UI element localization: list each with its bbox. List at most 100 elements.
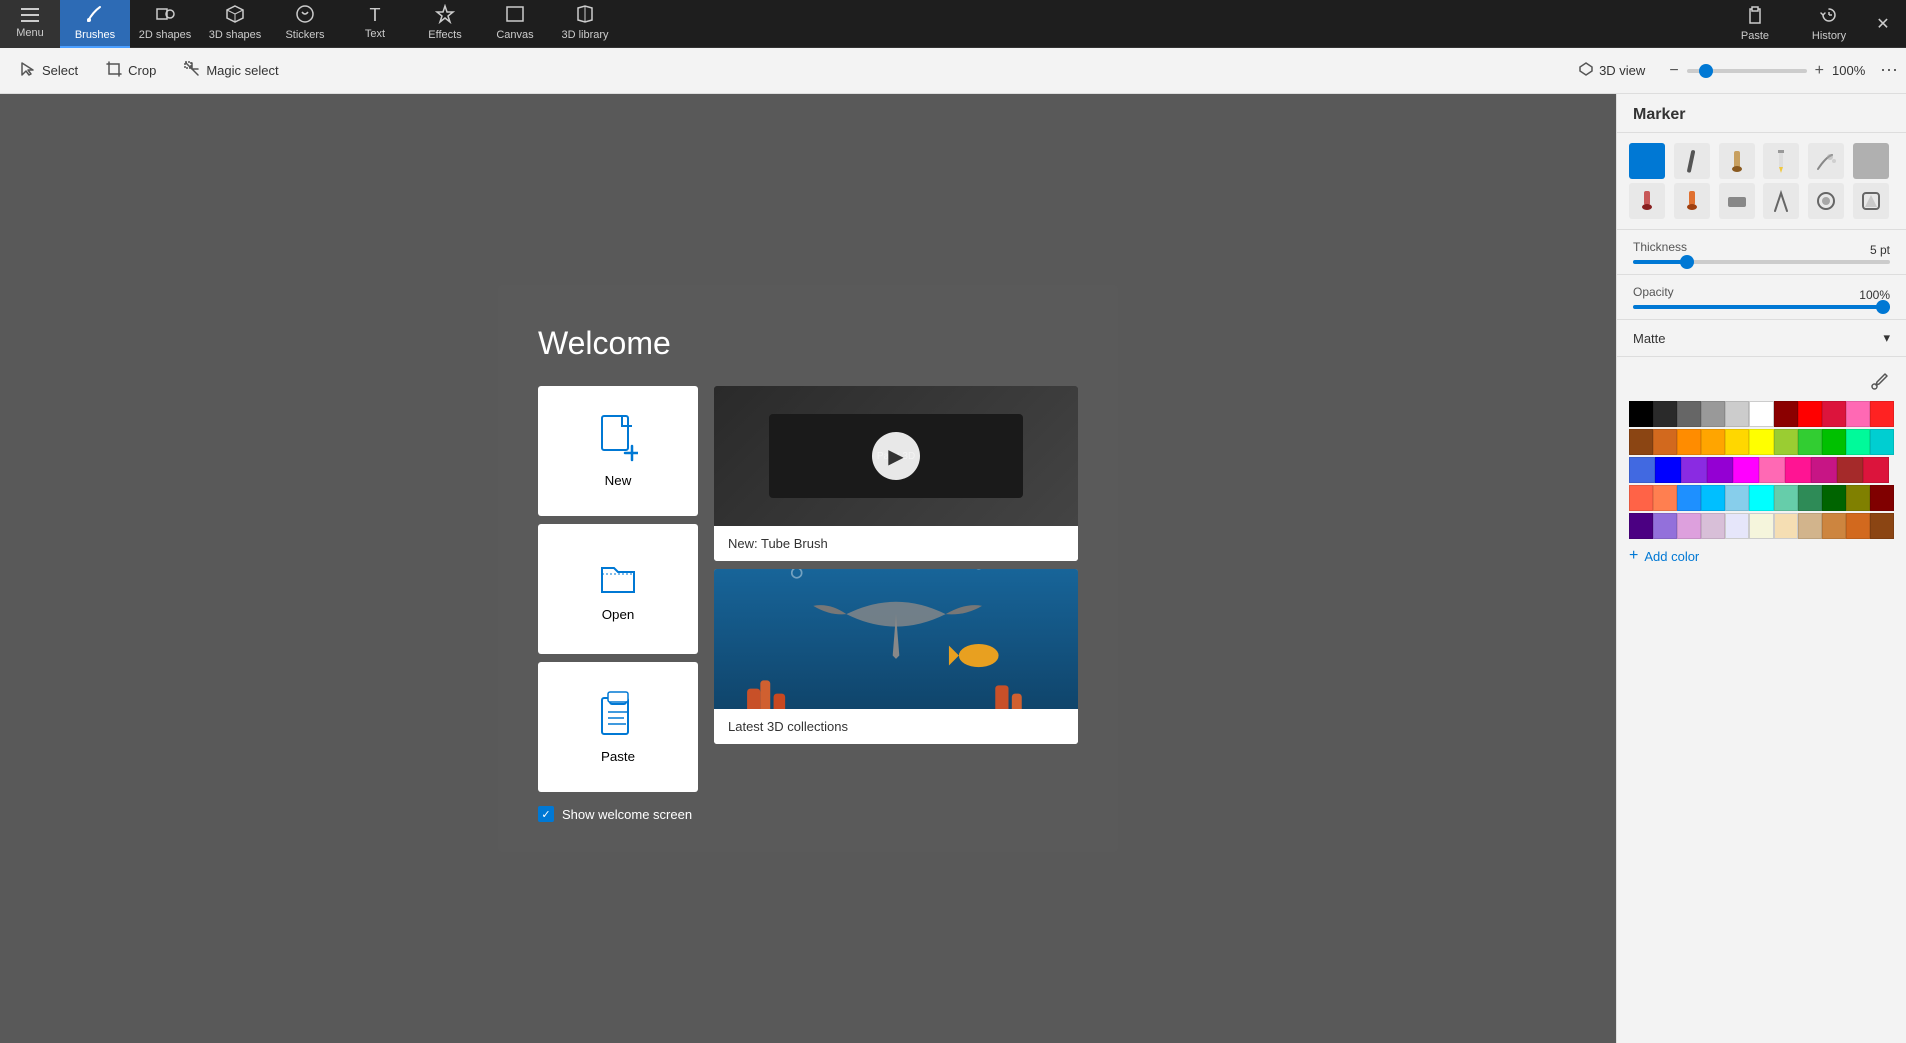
color-wheat[interactable]: [1774, 513, 1798, 539]
color-purple[interactable]: [1707, 457, 1733, 483]
color-medium-aqua[interactable]: [1774, 485, 1798, 511]
color-yellow-green[interactable]: [1774, 429, 1798, 455]
zoom-slider[interactable]: [1687, 69, 1807, 73]
brush-type6[interactable]: [1853, 183, 1889, 219]
tool-2dshapes[interactable]: 2D shapes: [130, 0, 200, 48]
zoom-in-button[interactable]: +: [1811, 62, 1828, 80]
color-blue-violet[interactable]: [1681, 457, 1707, 483]
color-red[interactable]: [1798, 401, 1822, 427]
color-saddlebrown[interactable]: [1870, 513, 1894, 539]
feature-card-tube-brush[interactable]: Paint 3D ▶ New: Tube Brush: [714, 386, 1078, 561]
color-sea-green[interactable]: [1798, 485, 1822, 511]
color-white[interactable]: [1749, 401, 1773, 427]
matte-dropdown[interactable]: ▾: [1883, 330, 1890, 346]
color-indigo[interactable]: [1629, 513, 1653, 539]
brush-fill[interactable]: [1853, 143, 1889, 179]
color-deep-sky-blue[interactable]: [1701, 485, 1725, 511]
brush-oil[interactable]: [1719, 143, 1755, 179]
new-button[interactable]: New: [538, 386, 698, 516]
color-tomato[interactable]: [1629, 485, 1653, 511]
open-button[interactable]: Open: [538, 524, 698, 654]
brush-marker[interactable]: [1629, 143, 1665, 179]
play-button[interactable]: ▶: [872, 432, 920, 480]
color-dark-gray[interactable]: [1653, 401, 1677, 427]
magic-select-button[interactable]: Magic select: [172, 54, 290, 88]
brush-orange-brush[interactable]: [1674, 183, 1710, 219]
crop-button[interactable]: Crop: [94, 54, 168, 88]
color-chocolate[interactable]: [1846, 513, 1870, 539]
3d-view-button[interactable]: 3D view: [1567, 58, 1657, 83]
color-royal-blue[interactable]: [1629, 457, 1655, 483]
color-tan[interactable]: [1798, 513, 1822, 539]
color-medium-violet[interactable]: [1811, 457, 1837, 483]
color-orange[interactable]: [1701, 429, 1725, 455]
brush-wide-brush[interactable]: [1719, 183, 1755, 219]
opacity-slider[interactable]: [1633, 305, 1890, 309]
color-light-gray[interactable]: [1725, 401, 1749, 427]
select-button[interactable]: Select: [8, 54, 90, 88]
color-gold[interactable]: [1725, 429, 1749, 455]
paste-welcome-button[interactable]: Paste: [538, 662, 698, 792]
color-hot-pink[interactable]: [1846, 401, 1870, 427]
color-magenta[interactable]: [1733, 457, 1759, 483]
color-plum[interactable]: [1677, 513, 1701, 539]
brush-type5[interactable]: [1808, 183, 1844, 219]
color-lavender[interactable]: [1725, 513, 1749, 539]
color-blue[interactable]: [1655, 457, 1681, 483]
add-color-button[interactable]: + Add color: [1629, 541, 1894, 571]
color-dark-red[interactable]: [1870, 485, 1894, 511]
color-yellow[interactable]: [1749, 429, 1773, 455]
paste-button[interactable]: Paste: [1720, 0, 1790, 48]
color-brown-2[interactable]: [1837, 457, 1863, 483]
more-options-button[interactable]: ⋯: [1880, 60, 1898, 81]
tool-text[interactable]: T Text: [340, 0, 410, 48]
menu-button[interactable]: Menu: [0, 0, 60, 48]
tube-brush-label: New: Tube Brush: [714, 526, 1078, 561]
show-welcome-label[interactable]: Show welcome screen: [562, 807, 692, 822]
color-deep-pink[interactable]: [1785, 457, 1811, 483]
close-button[interactable]: ✕: [1868, 9, 1898, 39]
color-dodger-blue[interactable]: [1677, 485, 1701, 511]
color-orange-dark[interactable]: [1677, 429, 1701, 455]
color-brown[interactable]: [1629, 429, 1653, 455]
history-button[interactable]: History: [1794, 0, 1864, 48]
tool-brushes[interactable]: Brushes: [60, 0, 130, 48]
color-lime-green[interactable]: [1798, 429, 1822, 455]
color-olive[interactable]: [1846, 485, 1870, 511]
color-spring-green[interactable]: [1846, 429, 1870, 455]
color-red-dark[interactable]: [1774, 401, 1798, 427]
color-thistle[interactable]: [1701, 513, 1725, 539]
tool-3dshapes[interactable]: 3D shapes: [200, 0, 270, 48]
color-bright-red[interactable]: [1870, 401, 1894, 427]
color-dark-green[interactable]: [1822, 485, 1846, 511]
color-gray-1[interactable]: [1677, 401, 1701, 427]
tool-3dlibrary[interactable]: 3D library: [550, 0, 620, 48]
show-welcome-checkbox[interactable]: ✓: [538, 806, 554, 822]
brush-calligraphy[interactable]: [1674, 143, 1710, 179]
color-beige[interactable]: [1749, 513, 1773, 539]
color-medium-purple[interactable]: [1653, 513, 1677, 539]
color-peru[interactable]: [1822, 513, 1846, 539]
brush-pencil[interactable]: [1763, 143, 1799, 179]
color-cyan[interactable]: [1749, 485, 1773, 511]
color-gray-2[interactable]: [1701, 401, 1725, 427]
color-teal[interactable]: [1870, 429, 1894, 455]
thickness-slider[interactable]: [1633, 260, 1890, 264]
brush-watercolor[interactable]: [1629, 183, 1665, 219]
zoom-out-button[interactable]: −: [1665, 62, 1682, 80]
color-crimson-2[interactable]: [1863, 457, 1889, 483]
brush-type4[interactable]: [1763, 183, 1799, 219]
brush-airbrush[interactable]: [1808, 143, 1844, 179]
tool-stickers[interactable]: Stickers: [270, 0, 340, 48]
color-pink[interactable]: [1759, 457, 1785, 483]
color-black[interactable]: [1629, 401, 1653, 427]
feature-card-3d-collections[interactable]: Latest 3D collections: [714, 569, 1078, 744]
color-crimson[interactable]: [1822, 401, 1846, 427]
color-green[interactable]: [1822, 429, 1846, 455]
eyedropper-button[interactable]: [1866, 367, 1894, 395]
color-sky-blue[interactable]: [1725, 485, 1749, 511]
tool-canvas[interactable]: Canvas: [480, 0, 550, 48]
tool-effects[interactable]: Effects: [410, 0, 480, 48]
color-coral[interactable]: [1653, 485, 1677, 511]
color-sienna[interactable]: [1653, 429, 1677, 455]
